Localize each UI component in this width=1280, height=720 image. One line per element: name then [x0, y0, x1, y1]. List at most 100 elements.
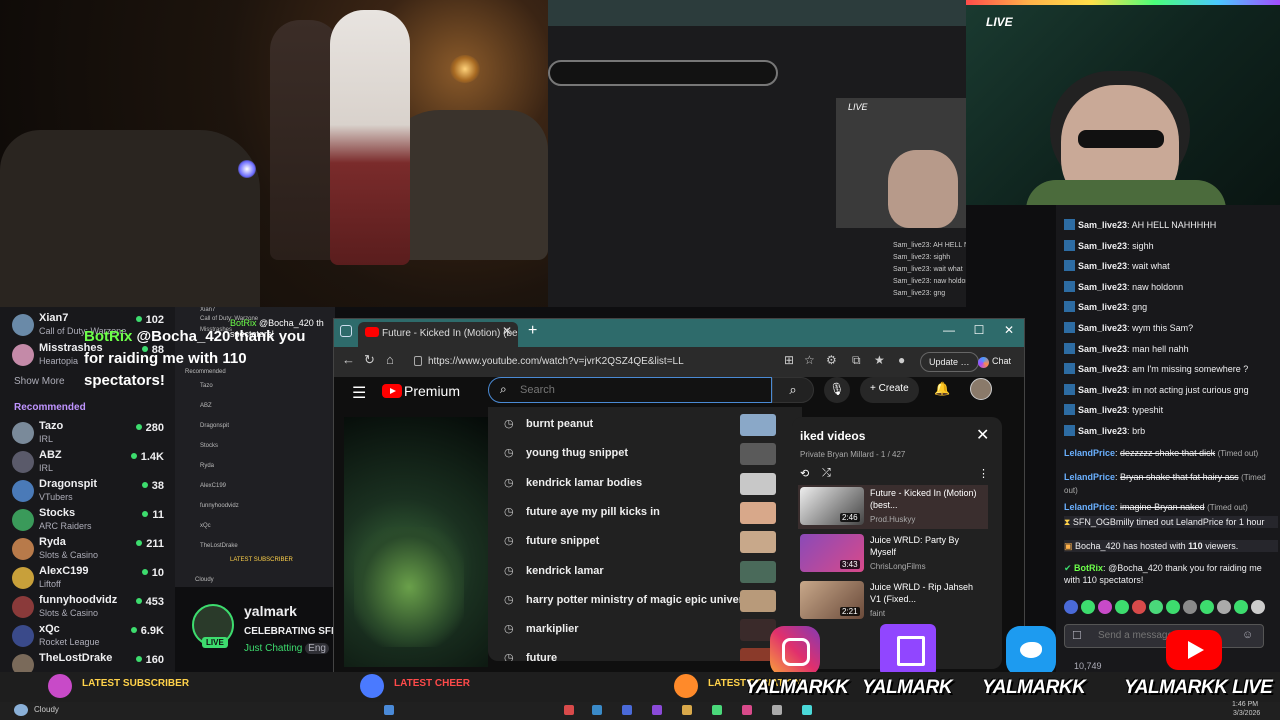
update-button[interactable]: Update …: [920, 352, 979, 372]
chat-username[interactable]: BotRix: [1074, 563, 1103, 573]
playlist-item[interactable]: 3:43 Juice WRLD: Party By Myself ChrisLo…: [798, 532, 988, 576]
emote-picker-icon[interactable]: ☐: [1072, 629, 1082, 642]
emote-icon[interactable]: [1217, 600, 1231, 614]
emote-icon[interactable]: [1166, 600, 1180, 614]
emote-icon[interactable]: [1132, 600, 1146, 614]
search-suggestion[interactable]: ◷ future snippet: [488, 528, 802, 557]
emote-icon[interactable]: [1064, 600, 1078, 614]
create-button[interactable]: + Create: [860, 377, 919, 403]
chat-username[interactable]: Sam_live23: [1078, 385, 1127, 395]
search-button[interactable]: ⌕: [772, 377, 814, 403]
search-suggestion[interactable]: ◷ harry potter ministry of magic epic uni…: [488, 587, 802, 616]
chat-username[interactable]: Sam_live23: [1078, 323, 1127, 333]
taskbar-app-icon[interactable]: [622, 705, 632, 715]
clock-date[interactable]: 3/3/2026: [1233, 710, 1260, 717]
playlist-item[interactable]: 2:21 Juice WRLD - Rip Jahseh V1 (Fixed..…: [798, 579, 988, 623]
taskbar-app-icon[interactable]: [742, 705, 752, 715]
workspaces-icon[interactable]: [340, 325, 352, 337]
sidebar-item-stocks[interactable]: Stocks ARC Raiders 11: [12, 507, 164, 535]
chat-username[interactable]: LelandPrice: [1064, 472, 1115, 482]
favorites-icon[interactable]: ★: [874, 353, 885, 367]
new-tab-icon[interactable]: +: [528, 322, 537, 340]
emote-icon[interactable]: [1081, 600, 1095, 614]
emote-icon[interactable]: [1183, 600, 1197, 614]
search-suggestion[interactable]: ◷ burnt peanut: [488, 411, 802, 440]
stream-category[interactable]: Just Chatting Eng: [244, 643, 329, 654]
sidebar-item-tazo[interactable]: Tazo IRL 280: [12, 420, 164, 448]
taskbar-app-icon[interactable]: [682, 705, 692, 715]
url-field[interactable]: https://www.youtube.com/watch?v=jvrK2QSZ…: [408, 352, 778, 372]
youtube-logo-icon[interactable]: [382, 384, 402, 398]
lock-icon[interactable]: [414, 356, 422, 366]
taskbar-app-icon[interactable]: [712, 705, 722, 715]
home-icon[interactable]: ⌂: [386, 352, 394, 367]
sidebar-item-funnyhoodvidz[interactable]: funnyhoodvidz Slots & Casino 453: [12, 594, 164, 622]
taskbar-app-icon[interactable]: [564, 705, 574, 715]
chat-username[interactable]: Sam_live23: [1078, 220, 1127, 230]
taskbar-app-icon[interactable]: [802, 705, 812, 715]
start-icon[interactable]: [384, 705, 394, 715]
weather-label[interactable]: Cloudy: [34, 705, 59, 714]
collections-icon[interactable]: ⧉: [852, 353, 861, 368]
tab-active[interactable]: Future - Kicked In (Motion) (best q: [358, 322, 518, 347]
emote-icon[interactable]: [1200, 600, 1214, 614]
back-icon[interactable]: ←: [342, 352, 355, 367]
chat-username[interactable]: Sam_live23: [1078, 405, 1127, 415]
close-playlist-icon[interactable]: ✕: [976, 425, 989, 445]
minimize-icon[interactable]: —: [934, 323, 964, 337]
search-suggestion[interactable]: ◷ future: [488, 645, 802, 661]
search-suggestion[interactable]: ◷ young thug snippet: [488, 440, 802, 469]
chat-username[interactable]: Sam_live23: [1078, 261, 1127, 271]
stream-tag[interactable]: Eng: [305, 643, 329, 654]
search-input[interactable]: [520, 381, 760, 399]
search-suggestion[interactable]: ◷ future aye my pill kicks in: [488, 499, 802, 528]
split-screen-icon[interactable]: ⊞: [784, 353, 794, 367]
copilot-chat-button[interactable]: Chat: [976, 352, 1011, 372]
playlist-item[interactable]: 2:46 Future - Kicked In (Motion) (best..…: [798, 485, 988, 529]
emote-icon[interactable]: [1234, 600, 1248, 614]
video-player[interactable]: [344, 417, 488, 667]
emote-icon[interactable]: [1251, 600, 1265, 614]
chat-username[interactable]: Sam_live23: [1078, 344, 1127, 354]
chat-username[interactable]: LelandPrice: [1064, 448, 1115, 458]
sidebar-item-ryda[interactable]: Ryda Slots & Casino 211: [12, 536, 164, 564]
host-user[interactable]: Bocha_420: [1075, 541, 1121, 551]
loop-icon[interactable]: ⟲: [800, 467, 809, 480]
microphone-icon[interactable]: 🎙: [824, 377, 850, 403]
maximize-icon[interactable]: ☐: [964, 323, 994, 337]
taskbar-app-icon[interactable]: [772, 705, 782, 715]
sidebar-item-abz[interactable]: ABZ IRL 1.4K: [12, 449, 164, 477]
notifications-bell-icon[interactable]: 🔔: [934, 381, 950, 397]
extensions-icon[interactable]: ⚙: [826, 353, 837, 367]
taskbar-app-icon[interactable]: [652, 705, 662, 715]
taskbar-app-icon[interactable]: [592, 705, 602, 715]
chat-username[interactable]: Sam_live23: [1078, 241, 1127, 251]
search-suggestion[interactable]: ◷ kendrick lamar bodies: [488, 470, 802, 499]
emote-icon[interactable]: [1115, 600, 1129, 614]
chat-username[interactable]: Sam_live23: [1078, 364, 1127, 374]
profile-icon[interactable]: ●: [898, 353, 905, 367]
shuffle-icon[interactable]: ⤮: [822, 467, 831, 480]
sidebar-item-alexc199[interactable]: AlexC199 Liftoff 10: [12, 565, 164, 593]
favorite-star-icon[interactable]: ☆: [804, 353, 815, 367]
emote-icon[interactable]: [1098, 600, 1112, 614]
weather-icon[interactable]: [14, 704, 28, 716]
show-more-link[interactable]: Show More: [14, 376, 65, 387]
bits-icon[interactable]: ☺: [1242, 629, 1253, 641]
chat-username[interactable]: LelandPrice: [1064, 502, 1115, 512]
streamer-name[interactable]: yalmark: [244, 603, 297, 619]
close-tab-icon[interactable]: ✕: [502, 324, 512, 338]
search-suggestion[interactable]: ◷ kendrick lamar: [488, 558, 802, 587]
close-window-icon[interactable]: ✕: [994, 323, 1024, 337]
youtube-premium-label[interactable]: Premium: [404, 383, 460, 399]
refresh-icon[interactable]: ↻: [364, 352, 375, 368]
sidebar-item-dragonspit[interactable]: Dragonspit VTubers 38: [12, 478, 164, 506]
emote-icon[interactable]: [1149, 600, 1163, 614]
chat-username[interactable]: Sam_live23: [1078, 426, 1127, 436]
account-avatar[interactable]: [970, 378, 992, 400]
chat-username[interactable]: Sam_live23: [1078, 282, 1127, 292]
more-options-icon[interactable]: ⋮: [978, 467, 989, 480]
chat-username[interactable]: Sam_live23: [1078, 302, 1127, 312]
sidebar-item-xqc[interactable]: xQc Rocket League 6.9K: [12, 623, 164, 651]
clock-time[interactable]: 1:46 PM: [1232, 701, 1258, 708]
